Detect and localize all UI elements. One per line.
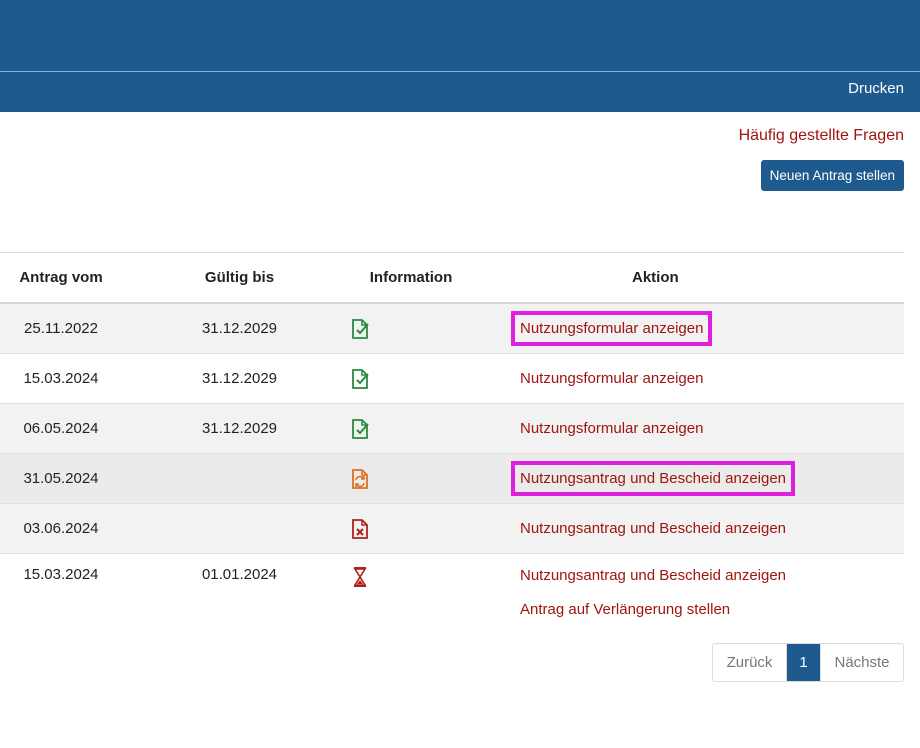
show-usage-form-link[interactable]: Nutzungsformular anzeigen <box>520 420 703 437</box>
column-header-valid-until: Gültig bis <box>122 252 357 304</box>
request-date-cell: 25.11.2022 <box>0 303 122 354</box>
table-header-row: Antrag vom Gültig bis Information Aktion <box>0 252 904 304</box>
show-request-and-decision-link[interactable]: Nutzungsantrag und Bescheid anzeigen <box>520 566 904 586</box>
action-cell: Nutzungsantrag und Bescheid anzeigen Ant… <box>465 554 904 621</box>
pagination-next-button[interactable]: Nächste <box>820 644 903 681</box>
pagination-prev-button[interactable]: Zurück <box>713 644 787 681</box>
action-cell: Nutzungsantrag und Bescheid anzeigen <box>465 503 904 554</box>
print-link[interactable]: Drucken <box>848 80 904 97</box>
document-check-icon[interactable] <box>350 418 370 440</box>
document-reject-icon[interactable] <box>350 518 370 540</box>
requests-table: Antrag vom Gültig bis Information Aktion… <box>0 252 904 620</box>
show-usage-form-link[interactable]: Nutzungsformular anzeigen <box>520 370 703 387</box>
column-header-information: Information <box>357 252 465 304</box>
information-cell <box>352 453 465 504</box>
document-check-icon[interactable] <box>350 318 370 340</box>
new-request-button[interactable]: Neuen Antrag stellen <box>760 160 904 191</box>
request-date-cell: 06.05.2024 <box>0 403 122 454</box>
table-row: 25.11.2022 31.12.2029 Nutzungsformular a… <box>0 303 904 354</box>
action-cell: Nutzungsantrag und Bescheid anzeigen <box>465 453 904 504</box>
pagination-page-button[interactable]: 1 <box>787 644 820 681</box>
table-row: 15.03.2024 31.12.2029 Nutzungsformular a… <box>0 353 904 404</box>
request-extension-link[interactable]: Antrag auf Verlängerung stellen <box>520 600 904 620</box>
faq-link[interactable]: Häufig gestellte Fragen <box>739 127 904 145</box>
show-usage-form-link[interactable]: Nutzungsformular anzeigen <box>510 311 713 346</box>
show-request-and-decision-link[interactable]: Nutzungsantrag und Bescheid anzeigen <box>510 461 796 496</box>
valid-until-cell <box>122 503 357 554</box>
valid-until-cell: 01.01.2024 <box>201 566 278 583</box>
valid-until-cell: 31.12.2029 <box>122 303 357 354</box>
valid-until-cell: 31.12.2029 <box>122 403 357 454</box>
document-refresh-icon[interactable] <box>350 468 370 490</box>
column-header-request-date: Antrag vom <box>0 252 122 304</box>
information-cell <box>352 403 465 454</box>
top-header-bar: Drucken <box>0 0 920 112</box>
table-row: 31.05.2024 Nutzungsantrag und Bescheid a… <box>0 453 904 504</box>
information-cell <box>353 554 465 621</box>
action-cell: Nutzungsformular anzeigen <box>465 353 904 404</box>
request-date-cell: 15.03.2024 <box>23 566 99 583</box>
action-cell: Nutzungsformular anzeigen <box>465 303 904 354</box>
pagination: Zurück 1 Nächste <box>712 643 904 682</box>
table-row: 15.03.2024 01.01.2024 Nutzungsantrag und… <box>0 554 904 621</box>
table-row: 03.06.2024 Nutzungsantrag und Bescheid a… <box>0 503 904 554</box>
request-date-cell: 31.05.2024 <box>0 453 122 504</box>
hourglass-icon[interactable] <box>350 566 370 588</box>
show-request-and-decision-link[interactable]: Nutzungsantrag und Bescheid anzeigen <box>520 520 786 537</box>
valid-until-cell <box>122 453 357 504</box>
information-cell <box>352 303 465 354</box>
action-cell: Nutzungsformular anzeigen <box>465 403 904 454</box>
request-date-cell: 15.03.2024 <box>0 353 122 404</box>
document-check-icon[interactable] <box>350 368 370 390</box>
information-cell <box>352 353 465 404</box>
header-divider <box>0 71 920 72</box>
table-row: 06.05.2024 31.12.2029 Nutzungsformular a… <box>0 403 904 454</box>
information-cell <box>352 503 465 554</box>
column-header-action: Aktion <box>465 252 904 304</box>
request-date-cell: 03.06.2024 <box>0 503 122 554</box>
valid-until-cell: 31.12.2029 <box>122 353 357 404</box>
